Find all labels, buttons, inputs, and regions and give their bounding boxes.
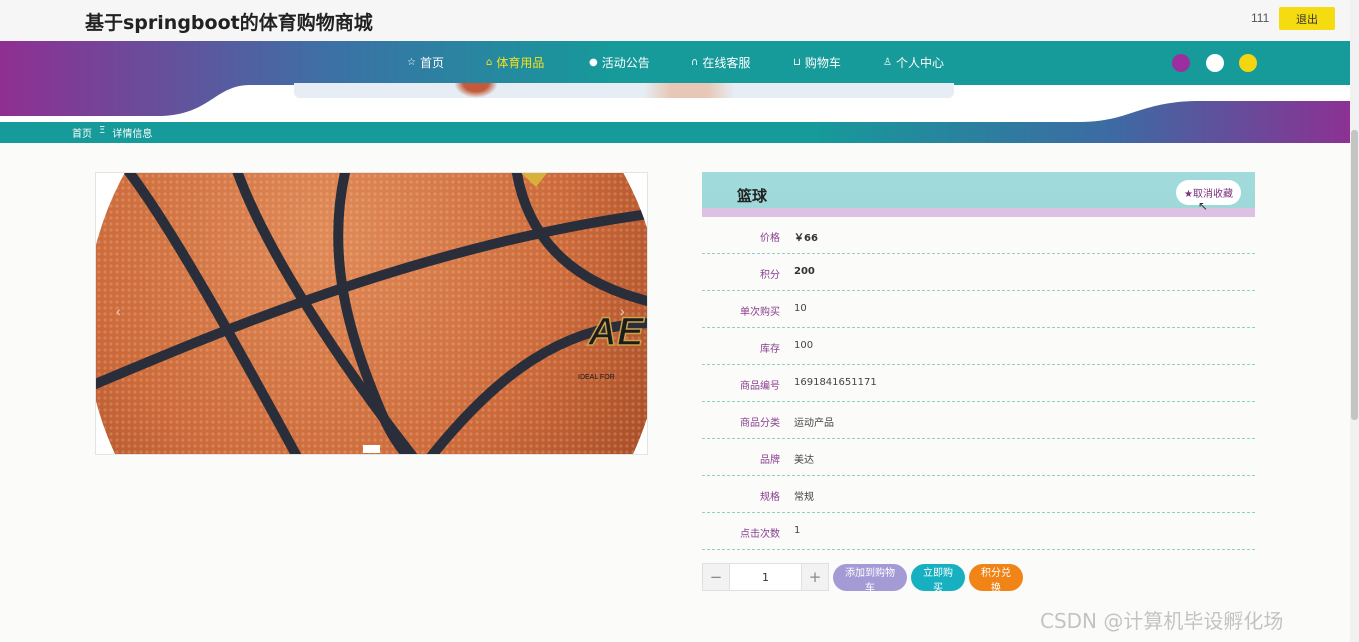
top-header: 基于springboot的体育购物商城 111 退出 bbox=[0, 0, 1359, 41]
carousel-prev-arrow[interactable]: ‹ bbox=[116, 303, 121, 319]
nav-item-profile[interactable]: ♙ 个人中心 bbox=[883, 54, 944, 71]
nav-item-label: 首页 bbox=[419, 56, 444, 70]
user-icon: ♙ bbox=[883, 57, 892, 68]
ball-brand-text: AE bbox=[587, 310, 645, 354]
mouse-cursor-icon: ↖ bbox=[1198, 199, 1209, 213]
bag-icon: ⌂ bbox=[486, 57, 493, 68]
product-image-carousel[interactable]: AE IDEAL FOR ‹ › bbox=[95, 172, 648, 455]
field-label: 价格 bbox=[760, 233, 780, 244]
nav-item-label: 购物车 bbox=[804, 56, 841, 70]
field-label: 品牌 bbox=[760, 455, 780, 466]
nav-item-label: 体育用品 bbox=[496, 56, 545, 70]
field-row-product-id: 商品编号 1691841651171 bbox=[702, 365, 1255, 402]
watermark: CSDN @计算机毕设孵化场 bbox=[1040, 609, 1284, 633]
nav-item-customer-service[interactable]: ∩ 在线客服 bbox=[691, 54, 750, 71]
product-detail-header: 篮球 ★取消收藏 ↖ bbox=[702, 172, 1255, 217]
field-value: 1691841651171 bbox=[794, 377, 877, 388]
field-value: 运动产品 bbox=[794, 418, 834, 429]
field-row-stock: 库存 100 bbox=[702, 328, 1255, 365]
nav-item-announcements[interactable]: ● 活动公告 bbox=[589, 54, 650, 71]
nav-item-sports-goods[interactable]: ⌂ 体育用品 bbox=[486, 54, 544, 71]
field-value: 100 bbox=[794, 340, 814, 351]
unfavorite-button[interactable]: ★取消收藏 bbox=[1176, 180, 1241, 205]
nav-band: ☆ 首页 ⌂ 体育用品 ● 活动公告 ∩ 在线客服 ⊔ 购物车 ♙ 个人中心 首… bbox=[0, 41, 1359, 143]
banner-ball-fragment bbox=[454, 83, 498, 98]
field-label: 商品编号 bbox=[740, 381, 780, 392]
nav-item-cart[interactable]: ⊔ 购物车 bbox=[793, 54, 841, 71]
field-row-spec: 规格 常规 bbox=[702, 476, 1255, 513]
nav-item-home[interactable]: ☆ 首页 bbox=[407, 54, 444, 71]
field-value: 10 bbox=[794, 303, 807, 314]
add-to-cart-button[interactable]: 添加到购物车 bbox=[833, 563, 907, 594]
ball-tagline: IDEAL FOR bbox=[578, 374, 615, 381]
quantity-decrement-button[interactable]: − bbox=[702, 563, 730, 591]
field-value: 常规 bbox=[794, 492, 814, 503]
breadcrumb: 首页 Ξ 详情信息 bbox=[72, 125, 152, 140]
field-row-purchase-limit: 单次购买 10 bbox=[702, 291, 1255, 328]
breadcrumb-current: 详情信息 bbox=[112, 129, 153, 140]
carousel-indicator[interactable] bbox=[363, 445, 380, 453]
banner-image-strip bbox=[294, 83, 954, 98]
nav-item-label: 个人中心 bbox=[895, 56, 944, 70]
breadcrumb-home[interactable]: 首页 bbox=[72, 125, 92, 140]
theme-dot-yellow[interactable] bbox=[1239, 54, 1257, 72]
cart-icon: ⊔ bbox=[793, 57, 801, 68]
basketball-image: AE IDEAL FOR bbox=[96, 173, 647, 454]
field-row-brand: 品牌 美达 bbox=[702, 439, 1255, 476]
field-row-price: 价格 ￥66 bbox=[702, 217, 1255, 254]
info-icon: ● bbox=[589, 57, 598, 68]
scrollbar-thumb[interactable] bbox=[1351, 130, 1358, 420]
field-label: 积分 bbox=[760, 270, 780, 281]
product-detail-panel: 篮球 ★取消收藏 ↖ 价格 ￥66 积分 200 单次购买 10 库存 100 … bbox=[702, 172, 1255, 550]
page-scrollbar[interactable] bbox=[1350, 0, 1359, 642]
banner-arm-fragment bbox=[644, 83, 734, 98]
field-value: 200 bbox=[794, 266, 815, 277]
buy-now-button[interactable]: 立即购买 bbox=[911, 563, 965, 594]
field-row-category: 商品分类 运动产品 bbox=[702, 402, 1255, 439]
field-label: 点击次数 bbox=[740, 529, 780, 540]
purchase-actions: − + 添加到购物车 立即购买 积分兑换 bbox=[702, 563, 1023, 594]
main-nav: ☆ 首页 ⌂ 体育用品 ● 活动公告 ∩ 在线客服 ⊔ 购物车 ♙ 个人中心 bbox=[0, 41, 1359, 83]
field-label: 库存 bbox=[760, 344, 780, 355]
carousel-next-arrow[interactable]: › bbox=[620, 303, 625, 319]
redeem-points-button[interactable]: 积分兑换 bbox=[969, 563, 1023, 594]
quantity-input[interactable] bbox=[730, 563, 801, 591]
nav-item-label: 在线客服 bbox=[702, 56, 751, 70]
username: 111 bbox=[1251, 11, 1270, 25]
field-row-click-count: 点击次数 1 bbox=[702, 513, 1255, 550]
field-label: 单次购买 bbox=[740, 307, 780, 318]
theme-dot-white[interactable] bbox=[1206, 54, 1224, 72]
field-value: ￥66 bbox=[794, 233, 818, 244]
field-row-points: 积分 200 bbox=[702, 254, 1255, 291]
product-name: 篮球 bbox=[737, 187, 768, 205]
site-title: 基于springboot的体育购物商城 bbox=[85, 12, 373, 34]
quantity-increment-button[interactable]: + bbox=[801, 563, 829, 591]
field-label: 商品分类 bbox=[740, 418, 780, 429]
star-outline-icon: ☆ bbox=[407, 57, 416, 68]
field-label: 规格 bbox=[760, 492, 780, 503]
nav-item-label: 活动公告 bbox=[601, 56, 650, 70]
headset-icon: ∩ bbox=[691, 57, 699, 68]
field-value: 1 bbox=[794, 525, 801, 536]
logout-button[interactable]: 退出 bbox=[1279, 7, 1335, 30]
breadcrumb-separator: Ξ bbox=[99, 125, 106, 136]
field-value: 美达 bbox=[794, 455, 814, 466]
theme-dot-purple[interactable] bbox=[1172, 54, 1190, 72]
